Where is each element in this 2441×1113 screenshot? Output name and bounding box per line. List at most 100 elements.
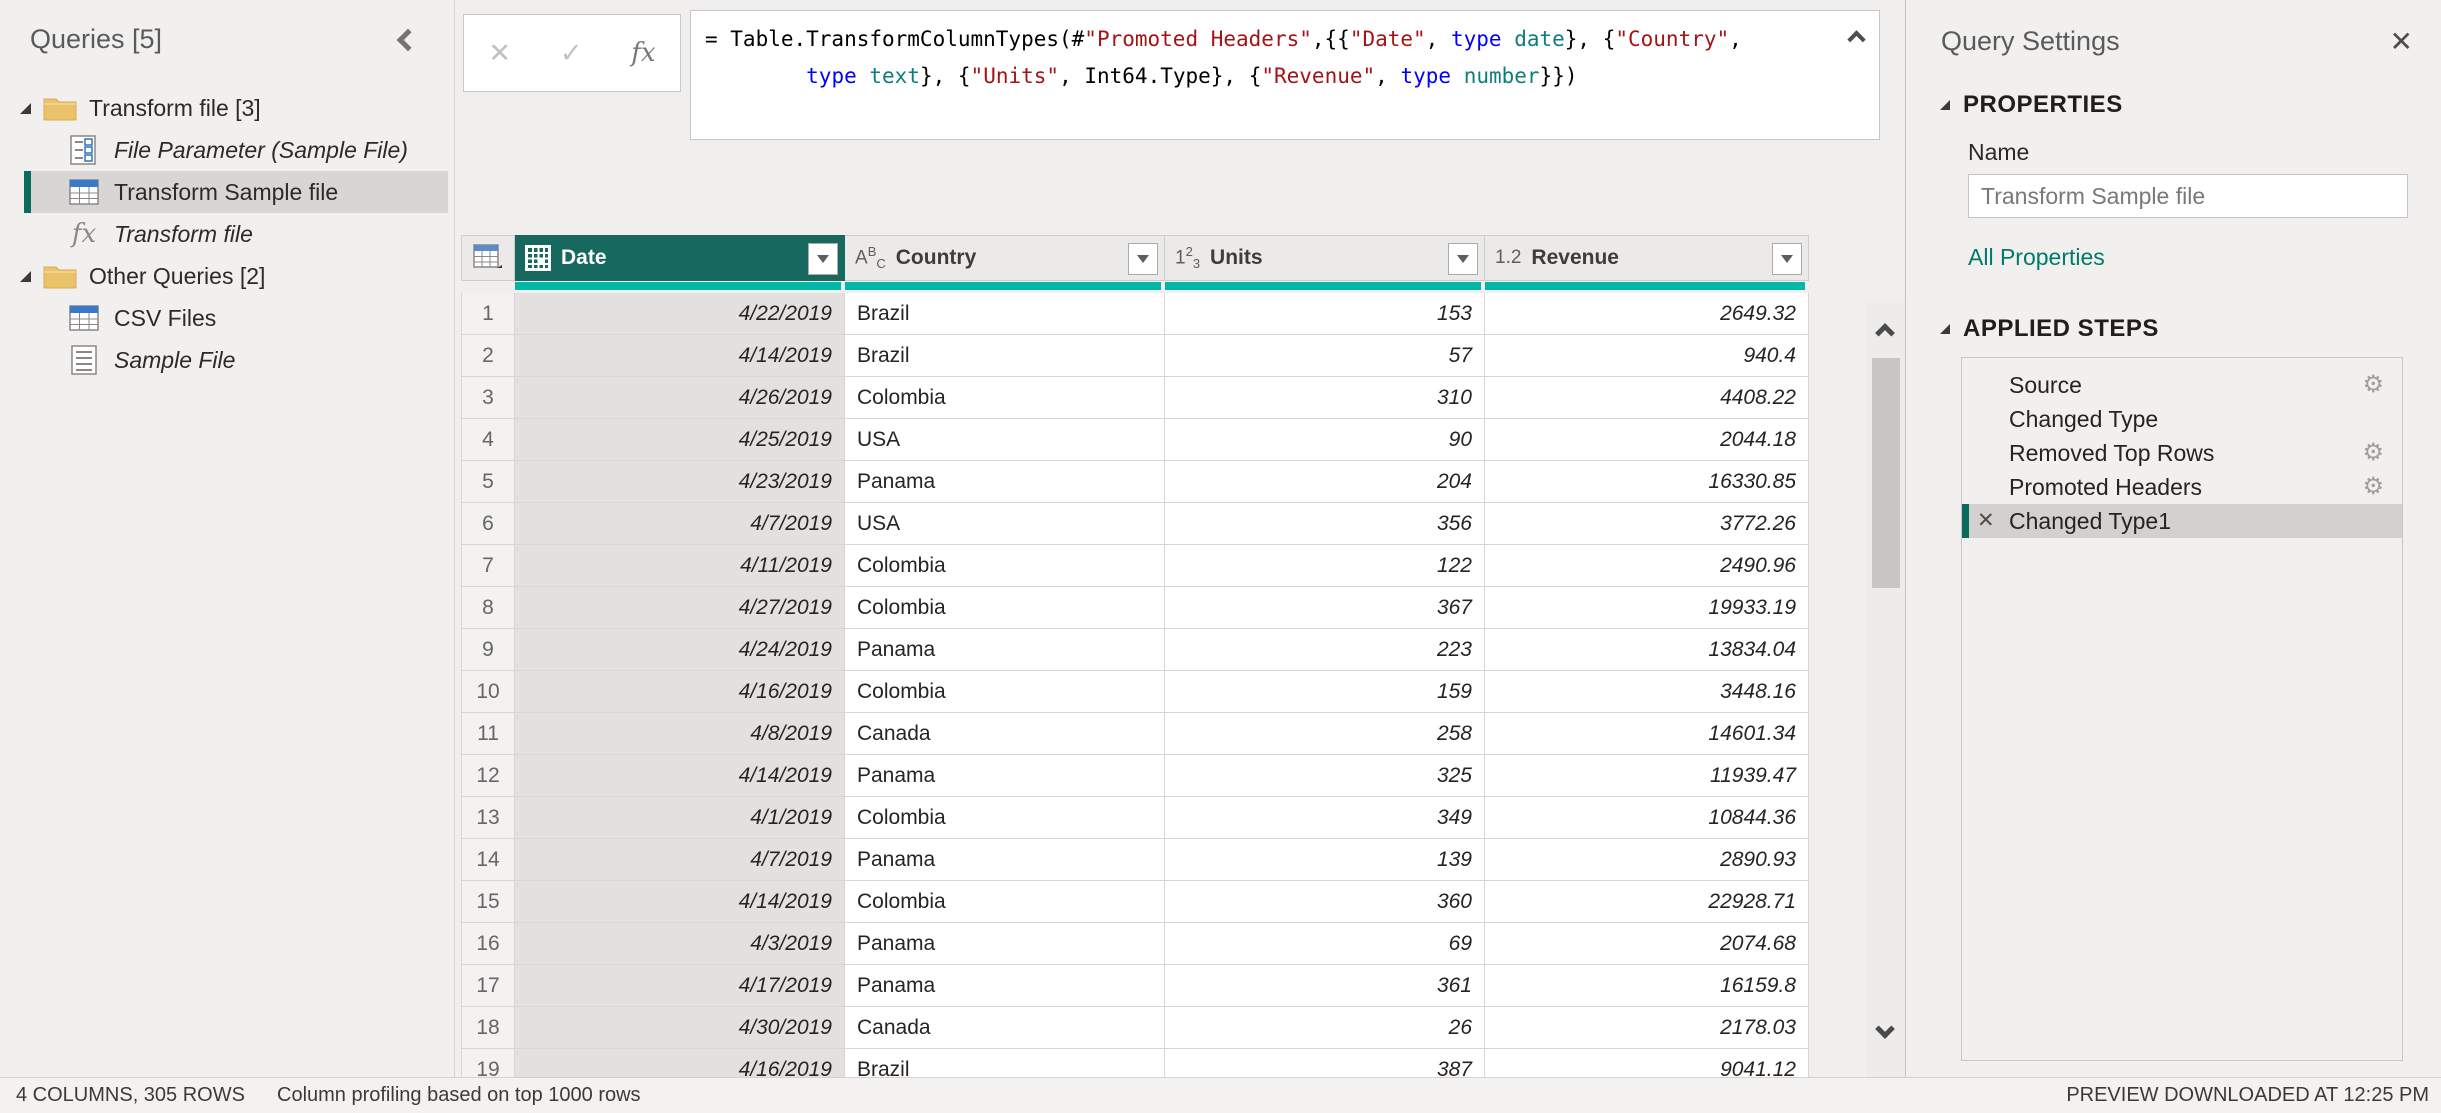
- cell-units[interactable]: 57: [1165, 335, 1485, 377]
- cell-units[interactable]: 122: [1165, 545, 1485, 587]
- cell-units[interactable]: 360: [1165, 881, 1485, 923]
- row-number[interactable]: 14: [461, 839, 515, 881]
- collapse-pane-icon[interactable]: [397, 28, 420, 51]
- cell-revenue[interactable]: 11939.47: [1485, 755, 1809, 797]
- table-row[interactable]: 144/7/2019Panama1392890.93: [461, 839, 1809, 881]
- table-row[interactable]: 44/25/2019USA902044.18: [461, 419, 1809, 461]
- cell-date[interactable]: 4/7/2019: [515, 503, 845, 545]
- table-row[interactable]: 84/27/2019Colombia36719933.19: [461, 587, 1809, 629]
- cell-revenue[interactable]: 19933.19: [1485, 587, 1809, 629]
- cell-country[interactable]: Colombia: [845, 587, 1165, 629]
- cell-country[interactable]: USA: [845, 419, 1165, 461]
- table-row[interactable]: 24/14/2019Brazil57940.4: [461, 335, 1809, 377]
- cell-units[interactable]: 223: [1165, 629, 1485, 671]
- cell-revenue[interactable]: 940.4: [1485, 335, 1809, 377]
- cell-country[interactable]: Colombia: [845, 671, 1165, 713]
- row-number[interactable]: 15: [461, 881, 515, 923]
- cell-country[interactable]: Colombia: [845, 881, 1165, 923]
- cell-date[interactable]: 4/1/2019: [515, 797, 845, 839]
- cell-date[interactable]: 4/3/2019: [515, 923, 845, 965]
- cell-revenue[interactable]: 16159.8: [1485, 965, 1809, 1007]
- cell-revenue[interactable]: 2044.18: [1485, 419, 1809, 461]
- cell-country[interactable]: USA: [845, 503, 1165, 545]
- table-row[interactable]: 54/23/2019Panama20416330.85: [461, 461, 1809, 503]
- cell-units[interactable]: 204: [1165, 461, 1485, 503]
- cell-units[interactable]: 139: [1165, 839, 1485, 881]
- cell-revenue[interactable]: 2178.03: [1485, 1007, 1809, 1049]
- cell-units[interactable]: 90: [1165, 419, 1485, 461]
- table-row[interactable]: 64/7/2019USA3563772.26: [461, 503, 1809, 545]
- cell-date[interactable]: 4/11/2019: [515, 545, 845, 587]
- group-expand-icon[interactable]: [20, 103, 31, 114]
- step-settings-gear-icon[interactable]: ⚙: [2362, 441, 2384, 465]
- cell-revenue[interactable]: 16330.85: [1485, 461, 1809, 503]
- properties-section-header[interactable]: PROPERTIES: [1906, 91, 2441, 119]
- formula-cancel-button[interactable]: ✕: [488, 38, 511, 69]
- column-filter-dropdown[interactable]: [1772, 243, 1802, 275]
- vertical-scrollbar[interactable]: [1866, 300, 1906, 1077]
- table-row[interactable]: 114/8/2019Canada25814601.34: [461, 713, 1809, 755]
- cell-country[interactable]: Panama: [845, 629, 1165, 671]
- row-number[interactable]: 7: [461, 545, 515, 587]
- cell-date[interactable]: 4/7/2019: [515, 839, 845, 881]
- query-item[interactable]: File Parameter (Sample File): [24, 129, 448, 171]
- cell-revenue[interactable]: 22928.71: [1485, 881, 1809, 923]
- select-all-cell[interactable]: [461, 235, 515, 281]
- cell-units[interactable]: 69: [1165, 923, 1485, 965]
- applied-steps-section-header[interactable]: APPLIED STEPS: [1906, 315, 2441, 343]
- cell-country[interactable]: Colombia: [845, 545, 1165, 587]
- table-row[interactable]: 94/24/2019Panama22313834.04: [461, 629, 1809, 671]
- applied-step-removed-top-rows[interactable]: Removed Top Rows⚙: [1962, 436, 2402, 470]
- applied-step-source[interactable]: Source⚙: [1962, 368, 2402, 402]
- cell-units[interactable]: 26: [1165, 1007, 1485, 1049]
- cell-country[interactable]: Panama: [845, 755, 1165, 797]
- table-row[interactable]: 164/3/2019Panama692074.68: [461, 923, 1809, 965]
- row-number[interactable]: 1: [461, 293, 515, 335]
- formula-bar[interactable]: = Table.TransformColumnTypes(#"Promoted …: [690, 10, 1880, 140]
- cell-units[interactable]: 310: [1165, 377, 1485, 419]
- row-number[interactable]: 18: [461, 1007, 515, 1049]
- cell-units[interactable]: 325: [1165, 755, 1485, 797]
- cell-units[interactable]: 349: [1165, 797, 1485, 839]
- cell-date[interactable]: 4/22/2019: [515, 293, 845, 335]
- table-row[interactable]: 74/11/2019Colombia1222490.96: [461, 545, 1809, 587]
- delete-step-icon[interactable]: ✕: [1977, 508, 1995, 532]
- cell-date[interactable]: 4/25/2019: [515, 419, 845, 461]
- table-row[interactable]: 154/14/2019Colombia36022928.71: [461, 881, 1809, 923]
- cell-date[interactable]: 4/14/2019: [515, 755, 845, 797]
- row-number[interactable]: 13: [461, 797, 515, 839]
- step-settings-gear-icon[interactable]: ⚙: [2362, 475, 2384, 499]
- column-header-revenue[interactable]: 1.2Revenue: [1485, 235, 1809, 281]
- cell-date[interactable]: 4/26/2019: [515, 377, 845, 419]
- row-number[interactable]: 2: [461, 335, 515, 377]
- cell-revenue[interactable]: 2490.96: [1485, 545, 1809, 587]
- query-name-input[interactable]: [1968, 174, 2408, 218]
- step-settings-gear-icon[interactable]: ⚙: [2362, 373, 2384, 397]
- column-header-country[interactable]: ABCCountry: [845, 235, 1165, 281]
- cell-country[interactable]: Panama: [845, 923, 1165, 965]
- cell-revenue[interactable]: 10844.36: [1485, 797, 1809, 839]
- row-number[interactable]: 16: [461, 923, 515, 965]
- cell-units[interactable]: 356: [1165, 503, 1485, 545]
- table-row[interactable]: 34/26/2019Colombia3104408.22: [461, 377, 1809, 419]
- cell-units[interactable]: 258: [1165, 713, 1485, 755]
- cell-country[interactable]: Canada: [845, 713, 1165, 755]
- applied-step-promoted-headers[interactable]: Promoted Headers⚙: [1962, 470, 2402, 504]
- table-row[interactable]: 124/14/2019Panama32511939.47: [461, 755, 1809, 797]
- scroll-up-icon[interactable]: [1875, 323, 1895, 343]
- cell-country[interactable]: Panama: [845, 461, 1165, 503]
- close-pane-icon[interactable]: ✕: [2390, 28, 2413, 56]
- cell-units[interactable]: 361: [1165, 965, 1485, 1007]
- query-item[interactable]: CSV Files: [24, 297, 448, 339]
- row-number[interactable]: 10: [461, 671, 515, 713]
- group-expand-icon[interactable]: [20, 271, 31, 282]
- column-header-date[interactable]: Date: [515, 235, 845, 281]
- table-row[interactable]: 174/17/2019Panama36116159.8: [461, 965, 1809, 1007]
- scroll-down-icon[interactable]: [1875, 1019, 1895, 1039]
- all-properties-link[interactable]: All Properties: [1968, 244, 2105, 271]
- cell-revenue[interactable]: 2074.68: [1485, 923, 1809, 965]
- row-number[interactable]: 3: [461, 377, 515, 419]
- scrollbar-thumb[interactable]: [1872, 358, 1900, 588]
- query-item[interactable]: Transform Sample file: [24, 171, 448, 213]
- query-item[interactable]: fxTransform file: [24, 213, 448, 255]
